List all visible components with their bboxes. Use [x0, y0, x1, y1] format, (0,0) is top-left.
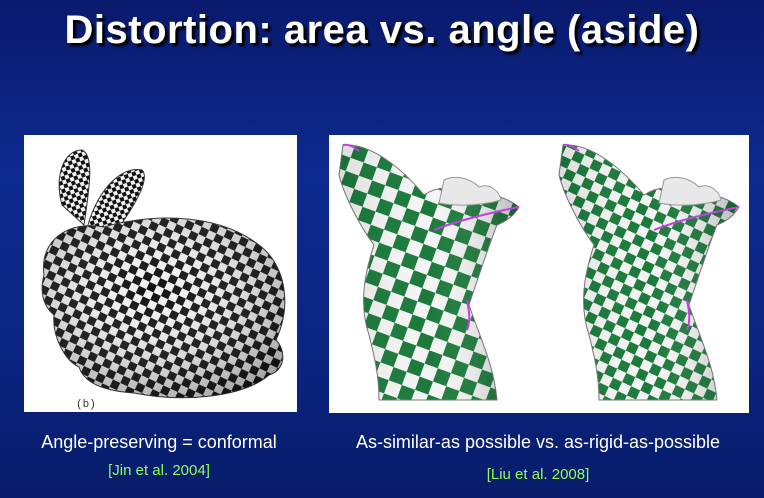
- slide-title: Distortion: area vs. angle (aside): [64, 8, 700, 52]
- left-caption: Angle-preserving = conformal: [41, 432, 277, 452]
- gargoyle-similar: [338, 143, 520, 401]
- gargoyle-illustration: [338, 143, 740, 401]
- gargoyle-figure: [329, 135, 749, 413]
- gargoyle-rigid: [558, 143, 740, 401]
- left-citation: [Jin et al. 2004]: [108, 462, 210, 479]
- figure-label: (b): [76, 399, 96, 411]
- right-caption: As-similar-as possible vs. as-rigid-as-p…: [355, 432, 721, 452]
- bunny-illustration: (b): [41, 149, 286, 411]
- right-citation: [Liu et al. 2008]: [486, 466, 590, 483]
- bunny-figure: (b): [24, 135, 297, 412]
